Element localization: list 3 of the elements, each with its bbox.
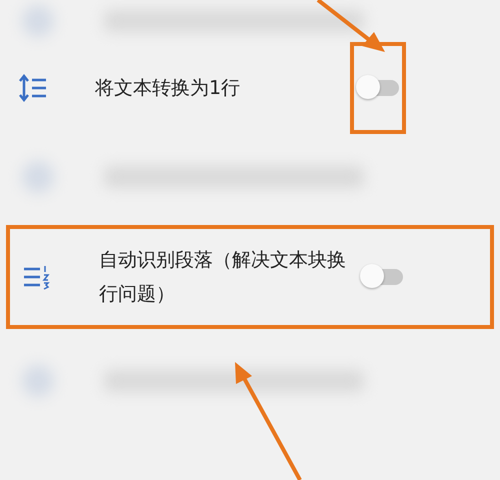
setting-label: 自动识别段落（解决文本块换行问题） bbox=[99, 248, 347, 307]
setting-label: 将文本转换为1行 bbox=[95, 76, 242, 101]
line-height-icon bbox=[18, 73, 48, 103]
